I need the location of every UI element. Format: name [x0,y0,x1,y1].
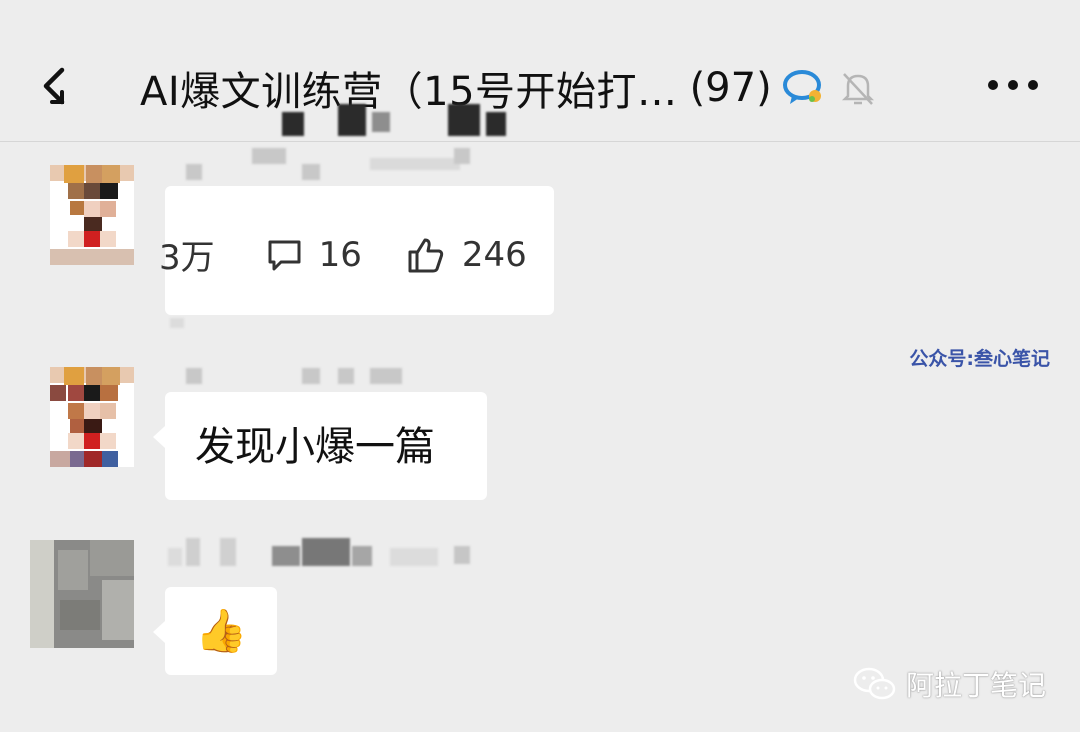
comment-count: 16 [318,234,362,275]
group-title: AI爆文训练营（15号开始打… [140,69,678,115]
obscured-sender-name [186,164,202,180]
avatar[interactable] [50,367,134,467]
obscured-sender-name [302,368,320,384]
obscured-sender-name [454,148,470,164]
message-bubble[interactable]: 发现小爆一篇 [153,392,487,500]
obscured-sender-name [352,546,372,566]
obscured-sender-name [220,538,236,566]
article-stats: 3万 16 246 [159,230,527,279]
obscured-pixel [338,104,366,136]
obscured-sender-name [168,548,182,566]
obscured-sender-name [370,158,460,170]
obscured-sender-name [338,368,354,384]
avatar[interactable] [50,165,134,265]
wechat-logo-icon [853,667,896,700]
obscured-sender-name [302,164,320,180]
obscured-sender-name [302,538,350,566]
obscured-sender-name [390,548,438,566]
more-dots-icon[interactable] [988,72,1038,98]
obscured-sender-name [186,538,200,566]
obscured-pixel [170,318,184,328]
obscured-sender-name [454,546,470,564]
message-text: 发现小爆一篇 [195,424,435,470]
obscured-pixel [486,112,506,136]
emoji-bubble[interactable]: 👍 [153,587,277,675]
thumbs-up-emoji: 👍 [195,606,248,655]
member-count: (97) [689,65,772,111]
obscured-pixel [448,104,480,136]
thumbs-up-icon [408,238,444,272]
watermark-text: 阿拉丁笔记 [905,669,1046,702]
obscured-sender-name [252,148,286,164]
obscured-sender-name [370,368,402,384]
official-account-watermark: 公众号:叁心笔记 [909,348,1050,370]
chat-header: AI爆文训练营（15号开始打… (97) [0,0,1080,142]
back-arrow-icon[interactable] [34,62,80,108]
obscured-sender-name [186,368,202,384]
comment-stat: 16 [265,235,362,275]
view-count: 3万 [159,238,215,278]
like-stat: 246 [406,235,527,275]
like-count: 246 [461,234,527,275]
obscured-pixel [372,112,390,132]
obscured-sender-name [272,546,300,566]
obscured-pixel [282,112,304,136]
avatar[interactable] [30,540,134,648]
muted-bell-icon [841,73,874,105]
chat-title-area[interactable]: AI爆文训练营（15号开始打… (97) [140,60,876,116]
wechat-account-watermark: 阿拉丁笔记 [852,664,1046,704]
chat-bubble-icon [782,70,821,104]
comment-icon [268,240,301,270]
article-card-bubble[interactable]: 3万 16 246 [159,186,554,315]
